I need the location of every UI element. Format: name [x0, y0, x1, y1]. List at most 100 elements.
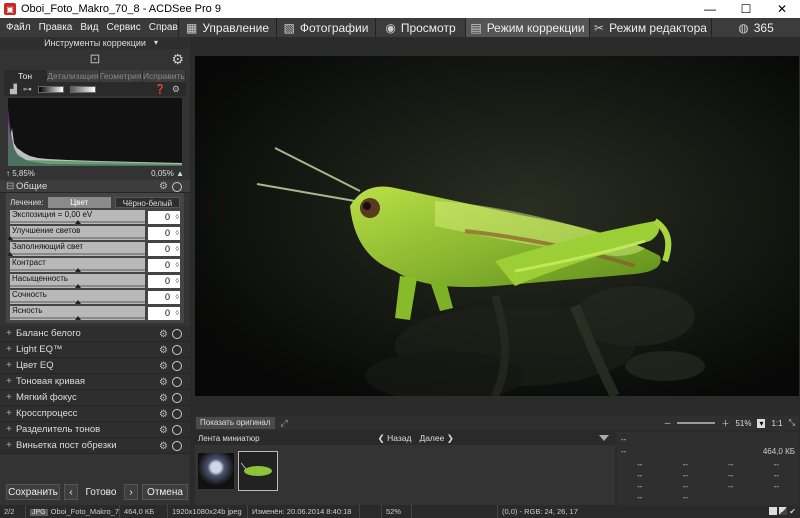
section-header[interactable]: + Разделитель тонов ⚙ [0, 422, 190, 438]
split-icon[interactable] [779, 507, 788, 515]
gear-icon[interactable]: ⚙ [159, 425, 168, 436]
filmstrip-back-button[interactable]: ❮ Назад [378, 433, 412, 444]
expand-icon[interactable]: + [6, 344, 16, 355]
spinner-icon[interactable]: ◊ [176, 211, 179, 224]
section-header[interactable]: + Баланс белого ⚙ [0, 326, 190, 342]
histogram-icon[interactable]: ▟ [10, 84, 17, 95]
gear-small-icon[interactable]: ⚙ [172, 84, 180, 95]
zoom-in-icon[interactable]: ＋ [721, 418, 729, 429]
section-header[interactable]: + Кросспроцесс ⚙ [0, 406, 190, 422]
section-header[interactable]: + Мягкий фокус ⚙ [0, 390, 190, 406]
spinner-icon[interactable]: ◊ [176, 243, 179, 256]
menu-tools[interactable]: Сервис [106, 22, 140, 33]
gear-icon[interactable]: ⚙ [159, 329, 168, 340]
value-stepper[interactable]: 0 ◊ [148, 210, 180, 224]
gradient-black-white-icon[interactable] [37, 85, 64, 93]
value-stepper[interactable]: 0 ◊ [148, 258, 180, 272]
gear-icon[interactable]: ⚙ [159, 361, 168, 372]
zoom-dropdown-icon[interactable]: ▾ [757, 418, 766, 428]
save-button[interactable]: Сохранить [6, 484, 60, 500]
collapse-icon[interactable]: ⊟ [6, 181, 16, 192]
gear-icon[interactable]: ⚙ [159, 441, 168, 452]
spinner-icon[interactable]: ◊ [176, 307, 179, 320]
show-original-button[interactable]: Показать оригинал [196, 417, 275, 429]
tab-view[interactable]: ◉ Просмотр [375, 18, 465, 37]
toggle-circle-icon[interactable] [172, 425, 182, 435]
value-stepper[interactable]: 0 ◊ [148, 290, 180, 304]
close-button[interactable]: ✕ [764, 0, 800, 18]
zoom-out-icon[interactable]: － [663, 418, 671, 429]
prev-button[interactable]: ‹ [64, 484, 78, 500]
gear-icon[interactable]: ⚙ [159, 393, 168, 404]
gear-icon[interactable]: ⚙ [159, 345, 168, 356]
toggle-circle-icon[interactable] [172, 409, 182, 419]
value-stepper[interactable]: 0 ◊ [148, 242, 180, 256]
tab-repair[interactable]: Исправить [142, 70, 186, 82]
section-header[interactable]: + Виньетка пост обрезки ⚙ [0, 438, 190, 454]
spinner-icon[interactable]: ◊ [176, 227, 179, 240]
tab-edit[interactable]: ✂ Режим редактора [589, 18, 711, 37]
minimize-button[interactable]: — [692, 0, 728, 18]
slider-thumb[interactable] [74, 300, 81, 304]
adjustment-slider[interactable]: Экспозиция = 0,00 eV [10, 210, 145, 224]
slider-thumb[interactable] [74, 220, 81, 224]
expand-icon[interactable]: + [6, 424, 16, 435]
value-stepper[interactable]: 0 ◊ [148, 226, 180, 240]
toggle-circle-icon[interactable] [172, 345, 182, 355]
auto-adjust-icon[interactable]: ⊡ [90, 51, 101, 67]
value-stepper[interactable]: 0 ◊ [148, 306, 180, 320]
maximize-button[interactable]: ☐ [728, 0, 764, 18]
tab-365[interactable]: ◍ 365 [711, 18, 800, 37]
expand-icon[interactable]: + [6, 376, 16, 387]
adjustment-slider[interactable]: Сочность [10, 290, 145, 304]
spinner-icon[interactable]: ◊ [176, 259, 179, 272]
levels-icon[interactable]: ⊶ [23, 84, 32, 95]
section-header[interactable]: + Light EQ™ ⚙ [0, 342, 190, 358]
gear-icon[interactable]: ⚙ [159, 377, 168, 388]
tab-detail[interactable]: Детализация [47, 70, 100, 82]
tab-develop[interactable]: ▤ Режим коррекции [465, 18, 589, 37]
gear-icon[interactable]: ⚙ [171, 51, 184, 68]
section-header[interactable]: + Цвет EQ ⚙ [0, 358, 190, 374]
toggle-circle-icon[interactable] [172, 329, 182, 339]
cancel-button[interactable]: Отмена [142, 484, 188, 500]
zoom-slider[interactable] [677, 422, 716, 424]
chevron-down-icon[interactable] [599, 435, 609, 441]
adjustment-slider[interactable]: Заполняющий свет [7, 242, 145, 256]
expand-icon[interactable]: + [6, 392, 16, 403]
gradient-white-icon[interactable] [69, 85, 96, 93]
help-icon[interactable]: ❓ [155, 84, 166, 95]
section-general[interactable]: ⊟ Общие ⚙ [0, 180, 190, 193]
menu-file[interactable]: Файл [6, 22, 31, 33]
toggle-circle-icon[interactable] [172, 181, 182, 192]
tab-tone[interactable]: Тон [4, 70, 48, 82]
treatment-bw-button[interactable]: Чёрно-белый [114, 196, 181, 208]
toggle-circle-icon[interactable] [172, 377, 182, 387]
value-stepper[interactable]: 0 ◊ [148, 274, 180, 288]
slider-thumb[interactable] [74, 284, 81, 288]
fit-icon[interactable]: ⤡ [789, 418, 795, 428]
expand-icon[interactable]: + [6, 440, 16, 451]
menu-view[interactable]: Вид [80, 22, 98, 33]
tab-photos[interactable]: ▧ Фотографии [276, 18, 375, 37]
photo-viewer[interactable] [195, 56, 799, 396]
gear-icon[interactable]: ⚙ [159, 181, 168, 192]
ratio-label[interactable]: 1:1 [771, 419, 782, 428]
slider-thumb[interactable] [74, 316, 81, 320]
zoom-value[interactable]: 51% [735, 419, 751, 428]
slider-thumb[interactable] [74, 268, 81, 272]
adjustment-slider[interactable]: Улучшение светов [7, 226, 145, 240]
tab-geometry[interactable]: Геометрия [99, 70, 143, 82]
expand-icon[interactable]: + [6, 328, 16, 339]
adjustment-slider[interactable]: Контраст [10, 258, 145, 272]
toggle-circle-icon[interactable] [172, 393, 182, 403]
thumbnail-1[interactable] [198, 453, 234, 489]
slider-thumb[interactable] [7, 236, 13, 240]
treatment-color-button[interactable]: Цвет [47, 196, 111, 208]
adjustment-slider[interactable]: Ясность [10, 306, 145, 320]
check-icon[interactable]: ✔ [789, 507, 796, 516]
toggle-circle-icon[interactable] [172, 441, 182, 451]
done-button[interactable]: Готово [82, 484, 120, 500]
menu-edit[interactable]: Правка [39, 22, 73, 33]
next-button[interactable]: › [124, 484, 138, 500]
